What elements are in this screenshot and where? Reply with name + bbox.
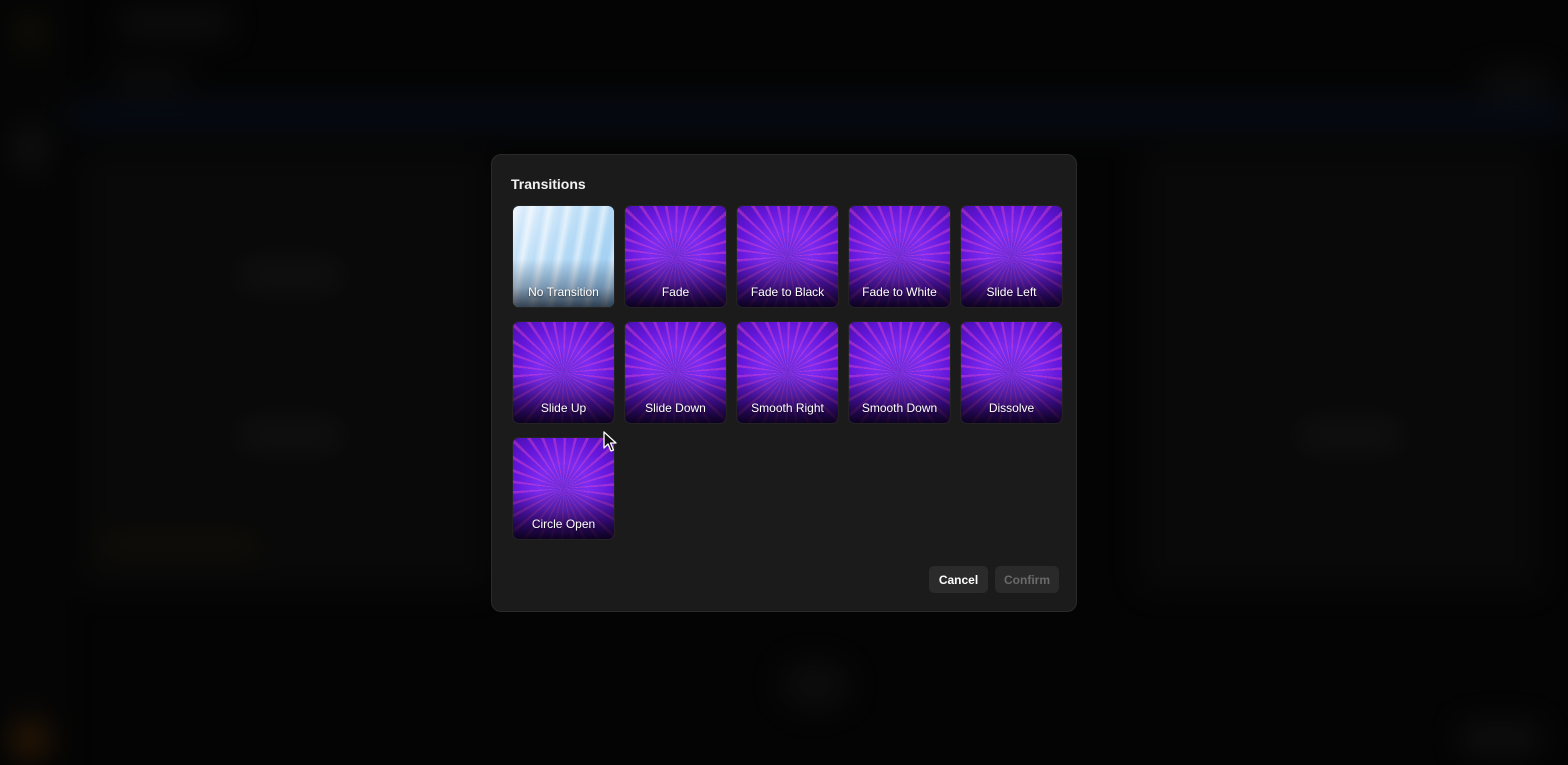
transition-label: Smooth Down <box>861 401 938 415</box>
transition-label: No Transition <box>528 285 599 299</box>
dialog-title: Transitions <box>511 176 586 192</box>
transition-label: Fade to Black <box>750 285 825 299</box>
transition-label: Slide Down <box>645 401 706 415</box>
transition-no-transition[interactable]: No Transition <box>513 206 614 307</box>
transition-label: Slide Left <box>986 285 1037 299</box>
transition-label: Fade <box>661 285 690 299</box>
transition-fade-to-white[interactable]: Fade to White <box>849 206 950 307</box>
transition-label: Dissolve <box>988 401 1035 415</box>
transition-circle-open[interactable]: Circle Open <box>513 438 614 539</box>
transition-slide-up[interactable]: Slide Up <box>513 322 614 423</box>
transition-label: Slide Up <box>540 401 587 415</box>
transition-smooth-down[interactable]: Smooth Down <box>849 322 950 423</box>
transition-smooth-right[interactable]: Smooth Right <box>737 322 838 423</box>
transition-fade-to-black[interactable]: Fade to Black <box>737 206 838 307</box>
transition-slide-down[interactable]: Slide Down <box>625 322 726 423</box>
transition-label: Smooth Right <box>751 401 824 415</box>
transition-label: Circle Open <box>531 517 596 531</box>
confirm-button[interactable]: Confirm <box>995 566 1059 593</box>
transition-label: Fade to White <box>862 285 937 299</box>
transition-fade[interactable]: Fade <box>625 206 726 307</box>
transitions-grid: No Transition Fade Fade to Black Fade to… <box>513 206 1062 539</box>
cancel-button[interactable]: Cancel <box>929 566 988 593</box>
transition-slide-left[interactable]: Slide Left <box>961 206 1062 307</box>
arrow-cursor-icon <box>603 431 617 452</box>
transition-dissolve[interactable]: Dissolve <box>961 322 1062 423</box>
transitions-dialog: Transitions No Transition Fade Fade to B… <box>491 154 1077 612</box>
